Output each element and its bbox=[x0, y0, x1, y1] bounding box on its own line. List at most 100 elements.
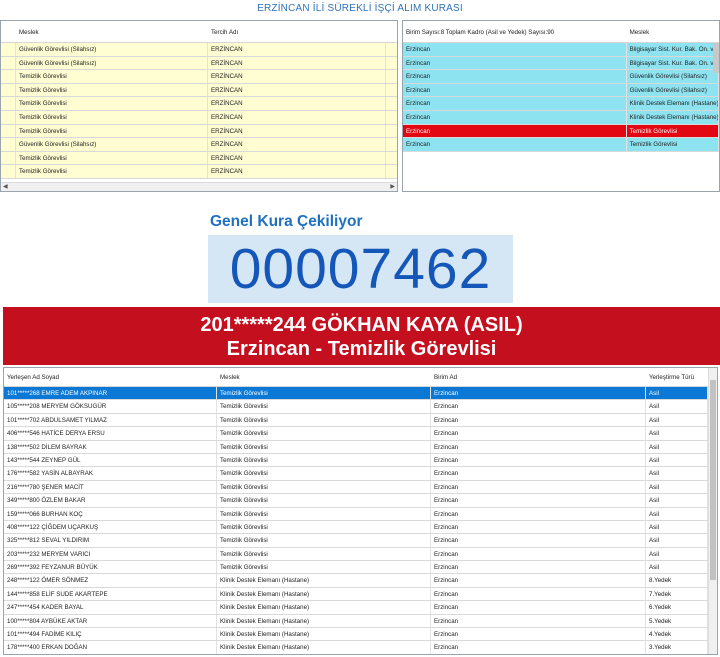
table-row[interactable]: 138*****502 DİLEM BAYRAK Temizlik Görevli… bbox=[4, 440, 717, 454]
table-row[interactable]: 408*****122 ÇİĞDEM UÇARKUŞ Temizlik Görev… bbox=[4, 520, 717, 535]
table-row[interactable]: Erzincan Klinik Destek Elemanı (Hastane) bbox=[403, 97, 719, 111]
table-cell: 144*****858 ELİF SUDE AKARTEPE bbox=[4, 587, 217, 601]
column-header-yerlestirme-turu[interactable]: Yerleştirme Türü bbox=[646, 368, 708, 386]
table-cell: Erzincan bbox=[431, 387, 646, 400]
table-row[interactable]: Erzincan Temizlik Görevlisi bbox=[403, 138, 719, 152]
profession-preference-grid[interactable]: Meslek Tercih Adı Güvenlik Görevlisi (Si… bbox=[0, 20, 398, 192]
table-cell: 101*****494 FADİME KILIÇ bbox=[4, 628, 217, 641]
table-row[interactable]: Temizlik Görevlisi ERZİNCAN bbox=[1, 83, 397, 98]
table-row[interactable]: Güvenlik Görevlisi (Silahsız) ERZİNCAN bbox=[1, 43, 397, 57]
table-row[interactable]: Erzincan Temizlik Görevlisi bbox=[403, 124, 719, 139]
scroll-right-icon[interactable]: ▶ bbox=[390, 183, 395, 191]
row-header-cell[interactable] bbox=[1, 56, 16, 70]
row-header-cell[interactable] bbox=[1, 138, 16, 151]
column-header-meslek[interactable]: Meslek bbox=[16, 21, 208, 42]
table-row[interactable]: 349*****800 ÖZLEM BAKAR Temizlik Görevlis… bbox=[4, 494, 717, 508]
vertical-scrollbar[interactable] bbox=[713, 43, 719, 73]
winner-unit: Erzincan - Temizlik Görevlisi bbox=[226, 338, 497, 360]
grid-header: Birim Sayısı:8 Toplam Kadro (Asil ve Yed… bbox=[403, 21, 719, 43]
table-row[interactable]: Güvenlik Görevlisi (Silahsız) ERZİNCAN bbox=[1, 56, 397, 71]
table-cell: Erzincan bbox=[403, 83, 627, 97]
table-cell: Temizlik Görevlisi bbox=[217, 427, 431, 440]
table-row[interactable]: Temizlik Görevlisi ERZİNCAN bbox=[1, 70, 397, 84]
table-cell: ERZİNCAN bbox=[208, 151, 386, 165]
table-cell: 4.Yedek bbox=[646, 628, 708, 641]
table-row[interactable]: Erzincan Güvenlik Görevlisi (Silahsız) bbox=[403, 83, 719, 98]
table-row[interactable]: Güvenlik Görevlisi (Silahsız) ERZİNCAN bbox=[1, 138, 397, 152]
horizontal-scrollbar[interactable]: ◀ ▶ bbox=[1, 182, 397, 191]
table-row[interactable]: Temizlik Görevlisi ERZİNCAN bbox=[1, 97, 397, 111]
table-row[interactable]: 159*****066 BURHAN KOÇ Temizlik Görevlisi… bbox=[4, 507, 717, 521]
winner-banner: 201*****244 GÖKHAN KAYA (ASIL) Erzincan … bbox=[3, 307, 720, 365]
table-row[interactable]: 101*****494 FADİME KILIÇ Klinik Destek El… bbox=[4, 628, 717, 642]
unit-quota-grid[interactable]: Birim Sayısı:8 Toplam Kadro (Asil ve Yed… bbox=[402, 20, 720, 192]
table-row[interactable]: 101*****702 ABDULSAMET YILMAZ Temizlik Gö… bbox=[4, 413, 717, 428]
vertical-scrollbar[interactable] bbox=[708, 368, 717, 654]
table-row[interactable]: 143*****544 ZEYNEP GÜL Temizlik Görevlisi… bbox=[4, 453, 717, 468]
table-cell: 3.Yedek bbox=[646, 641, 708, 654]
table-cell: Klinik Destek Elemanı (Hastane) bbox=[627, 97, 719, 110]
row-header-cell[interactable] bbox=[1, 70, 16, 83]
table-cell: ERZİNCAN bbox=[208, 124, 386, 138]
grid-header: Meslek Tercih Adı bbox=[1, 21, 397, 43]
table-row[interactable]: Erzincan Klinik Destek Elemanı (Hastane) bbox=[403, 110, 719, 125]
table-cell: 159*****066 BURHAN KOÇ bbox=[4, 507, 217, 520]
table-cell: Klinik Destek Elemanı (Hastane) bbox=[217, 587, 431, 601]
table-row[interactable]: Temizlik Görevlisi ERZİNCAN bbox=[1, 110, 397, 125]
row-header-cell[interactable] bbox=[1, 83, 16, 97]
table-cell: 203*****232 MERYEM VARICI bbox=[4, 547, 217, 561]
row-header-cell[interactable] bbox=[1, 124, 16, 138]
grid-body: 101*****268 EMRE ADEM AKPINAR Temizlik Gö… bbox=[4, 387, 717, 654]
row-header-cell[interactable] bbox=[1, 165, 16, 178]
table-cell: Erzincan bbox=[431, 440, 646, 453]
table-row[interactable]: 325*****812 SEVAL YILDIRIM Temizlik Görev… bbox=[4, 534, 717, 548]
table-cell: Bilgisayar Sist. Kur. Bak. On. ve bbox=[627, 43, 719, 56]
row-header-cell[interactable] bbox=[1, 97, 16, 110]
table-row[interactable]: Erzincan Bilgisayar Sist. Kur. Bak. On. v… bbox=[403, 56, 719, 71]
row-header-cell[interactable] bbox=[1, 43, 16, 56]
table-row[interactable]: Erzincan Güvenlik Görevlisi (Silahsız) bbox=[403, 70, 719, 84]
table-cell: Klinik Destek Elemanı (Hastane) bbox=[217, 641, 431, 654]
table-cell: Asil bbox=[646, 453, 708, 467]
table-row[interactable]: 144*****858 ELİF SUDE AKARTEPE Klinik Des… bbox=[4, 587, 717, 602]
table-cell: Asil bbox=[646, 467, 708, 480]
table-cell: 7.Yedek bbox=[646, 587, 708, 601]
column-header-birim-sayisi[interactable]: Birim Sayısı:8 Toplam Kadro (Asil ve Yed… bbox=[403, 21, 627, 42]
table-row[interactable]: 406*****546 HATİCE DERYA ERSU Temizlik Gö… bbox=[4, 427, 717, 441]
table-cell: 408*****122 ÇİĞDEM UÇARKUŞ bbox=[4, 520, 217, 534]
table-row[interactable]: 248*****122 ÖMER SÖNMEZ Klinik Destek Ele… bbox=[4, 574, 717, 588]
grid-body: Güvenlik Görevlisi (Silahsız) ERZİNCAN Güv… bbox=[1, 43, 397, 179]
row-header-cell[interactable] bbox=[1, 110, 16, 124]
table-row[interactable]: 105*****208 MERYEM GÖKSUGÜR Temizlik Göre… bbox=[4, 400, 717, 414]
table-row[interactable]: 101*****268 EMRE ADEM AKPINAR Temizlik Gö… bbox=[4, 387, 717, 401]
table-cell: Asil bbox=[646, 494, 708, 507]
column-header-meslek[interactable]: Meslek bbox=[217, 368, 431, 386]
column-header-yerlesen[interactable]: Yerleşen Ad Soyad bbox=[4, 368, 217, 386]
table-cell: Erzincan bbox=[431, 400, 646, 413]
table-cell: Asil bbox=[646, 387, 708, 400]
row-header-cell[interactable] bbox=[1, 151, 16, 165]
draw-number-panel: 00007462 bbox=[208, 235, 513, 303]
column-header-meslek[interactable]: Meslek bbox=[627, 21, 719, 42]
table-row[interactable]: 178*****400 ERKAN DOĞAN Klinik Destek Ele… bbox=[4, 641, 717, 654]
table-cell: ERZİNCAN bbox=[208, 70, 386, 83]
placement-results-grid[interactable]: Yerleşen Ad Soyad Meslek Birim Ad Yerleş… bbox=[3, 367, 718, 655]
grid-header: Yerleşen Ad Soyad Meslek Birim Ad Yerleş… bbox=[4, 368, 717, 387]
table-row[interactable]: 203*****232 MERYEM VARICI Temizlik Görevl… bbox=[4, 547, 717, 562]
table-cell: 101*****702 ABDULSAMET YILMAZ bbox=[4, 413, 217, 427]
table-row[interactable]: 216*****780 ŞENER MACİT Temizlik Görevlis… bbox=[4, 480, 717, 495]
column-header-tercih-adi[interactable]: Tercih Adı bbox=[208, 21, 386, 42]
table-row[interactable]: Erzincan Bilgisayar Sist. Kur. Bak. On. v… bbox=[403, 43, 719, 57]
table-row[interactable]: Temizlik Görevlisi ERZİNCAN bbox=[1, 165, 397, 179]
table-row[interactable]: 176*****582 YASİN ALBAYRAK Temizlik Görev… bbox=[4, 467, 717, 481]
table-row[interactable]: 247*****454 KADER BAYAL Klinik Destek Ele… bbox=[4, 601, 717, 615]
scroll-left-icon[interactable]: ◀ bbox=[3, 183, 8, 191]
column-header-birim-ad[interactable]: Birim Ad bbox=[431, 368, 646, 386]
table-row[interactable]: Temizlik Görevlisi ERZİNCAN bbox=[1, 124, 397, 139]
table-cell: 247*****454 KADER BAYAL bbox=[4, 601, 217, 614]
scrollbar-thumb[interactable] bbox=[710, 380, 716, 580]
table-cell: 216*****780 ŞENER MACİT bbox=[4, 480, 217, 494]
table-row[interactable]: 269*****392 FEYZANUR BÜYÜK Temizlik Görev… bbox=[4, 561, 717, 575]
table-row[interactable]: 100*****804 AYBÜKE AKTAR Klinik Destek El… bbox=[4, 614, 717, 629]
table-row[interactable]: Temizlik Görevlisi ERZİNCAN bbox=[1, 151, 397, 166]
